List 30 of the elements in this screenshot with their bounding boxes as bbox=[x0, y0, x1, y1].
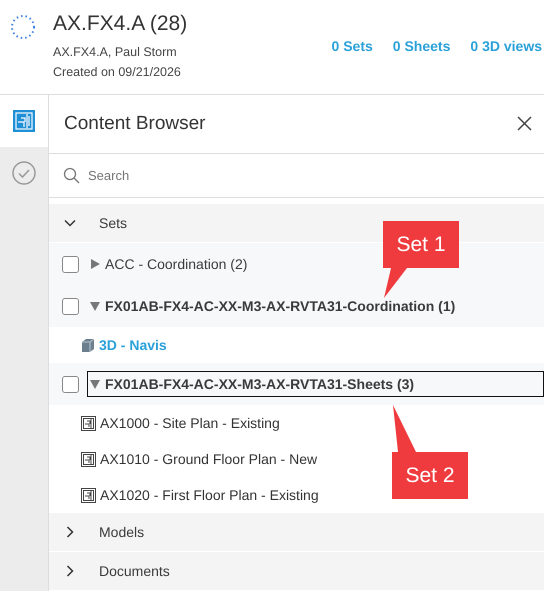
created-date: Created on 09/21/2026 bbox=[53, 64, 182, 81]
chevron-icon bbox=[64, 217, 76, 229]
checkbox[interactable] bbox=[62, 298, 79, 314]
view-item[interactable]: AX1010 - Ground Floor Plan - New bbox=[100, 451, 318, 467]
model-subtitle: AX.FX4.A, Paul Storm bbox=[53, 44, 178, 61]
chevron-icon bbox=[64, 565, 76, 577]
model-title: AX.FX4.A (28) bbox=[53, 12, 188, 36]
close-icon bbox=[517, 116, 532, 132]
callout-label: Set 2 bbox=[392, 452, 468, 499]
sheet-icon bbox=[81, 452, 96, 466]
panel-title: Content Browser bbox=[64, 112, 206, 135]
chevron-icon bbox=[64, 526, 76, 538]
search-field[interactable]: Search bbox=[86, 166, 532, 184]
sheet-icon bbox=[81, 488, 96, 502]
sheets-tab[interactable] bbox=[0, 95, 48, 147]
checkbox[interactable] bbox=[62, 376, 79, 392]
loading-icon bbox=[10, 14, 36, 40]
search-icon bbox=[63, 166, 80, 184]
view-item[interactable]: AX1020 - First Floor Plan - Existing bbox=[100, 487, 319, 503]
sheet-icon bbox=[13, 110, 35, 132]
callout-label: Set 1 bbox=[383, 221, 459, 268]
cube-icon bbox=[81, 338, 95, 352]
checkbox[interactable] bbox=[62, 256, 79, 272]
view-item[interactable]: AX1000 - Site Plan - Existing bbox=[100, 415, 280, 431]
section-header[interactable]: Documents bbox=[49, 552, 544, 591]
checkmark-icon bbox=[12, 161, 36, 185]
set-name[interactable]: ACC - Coordination (2) bbox=[105, 256, 248, 272]
sheet-icon bbox=[81, 416, 96, 430]
close-button[interactable] bbox=[517, 116, 532, 132]
section-header[interactable]: Models bbox=[49, 513, 544, 552]
